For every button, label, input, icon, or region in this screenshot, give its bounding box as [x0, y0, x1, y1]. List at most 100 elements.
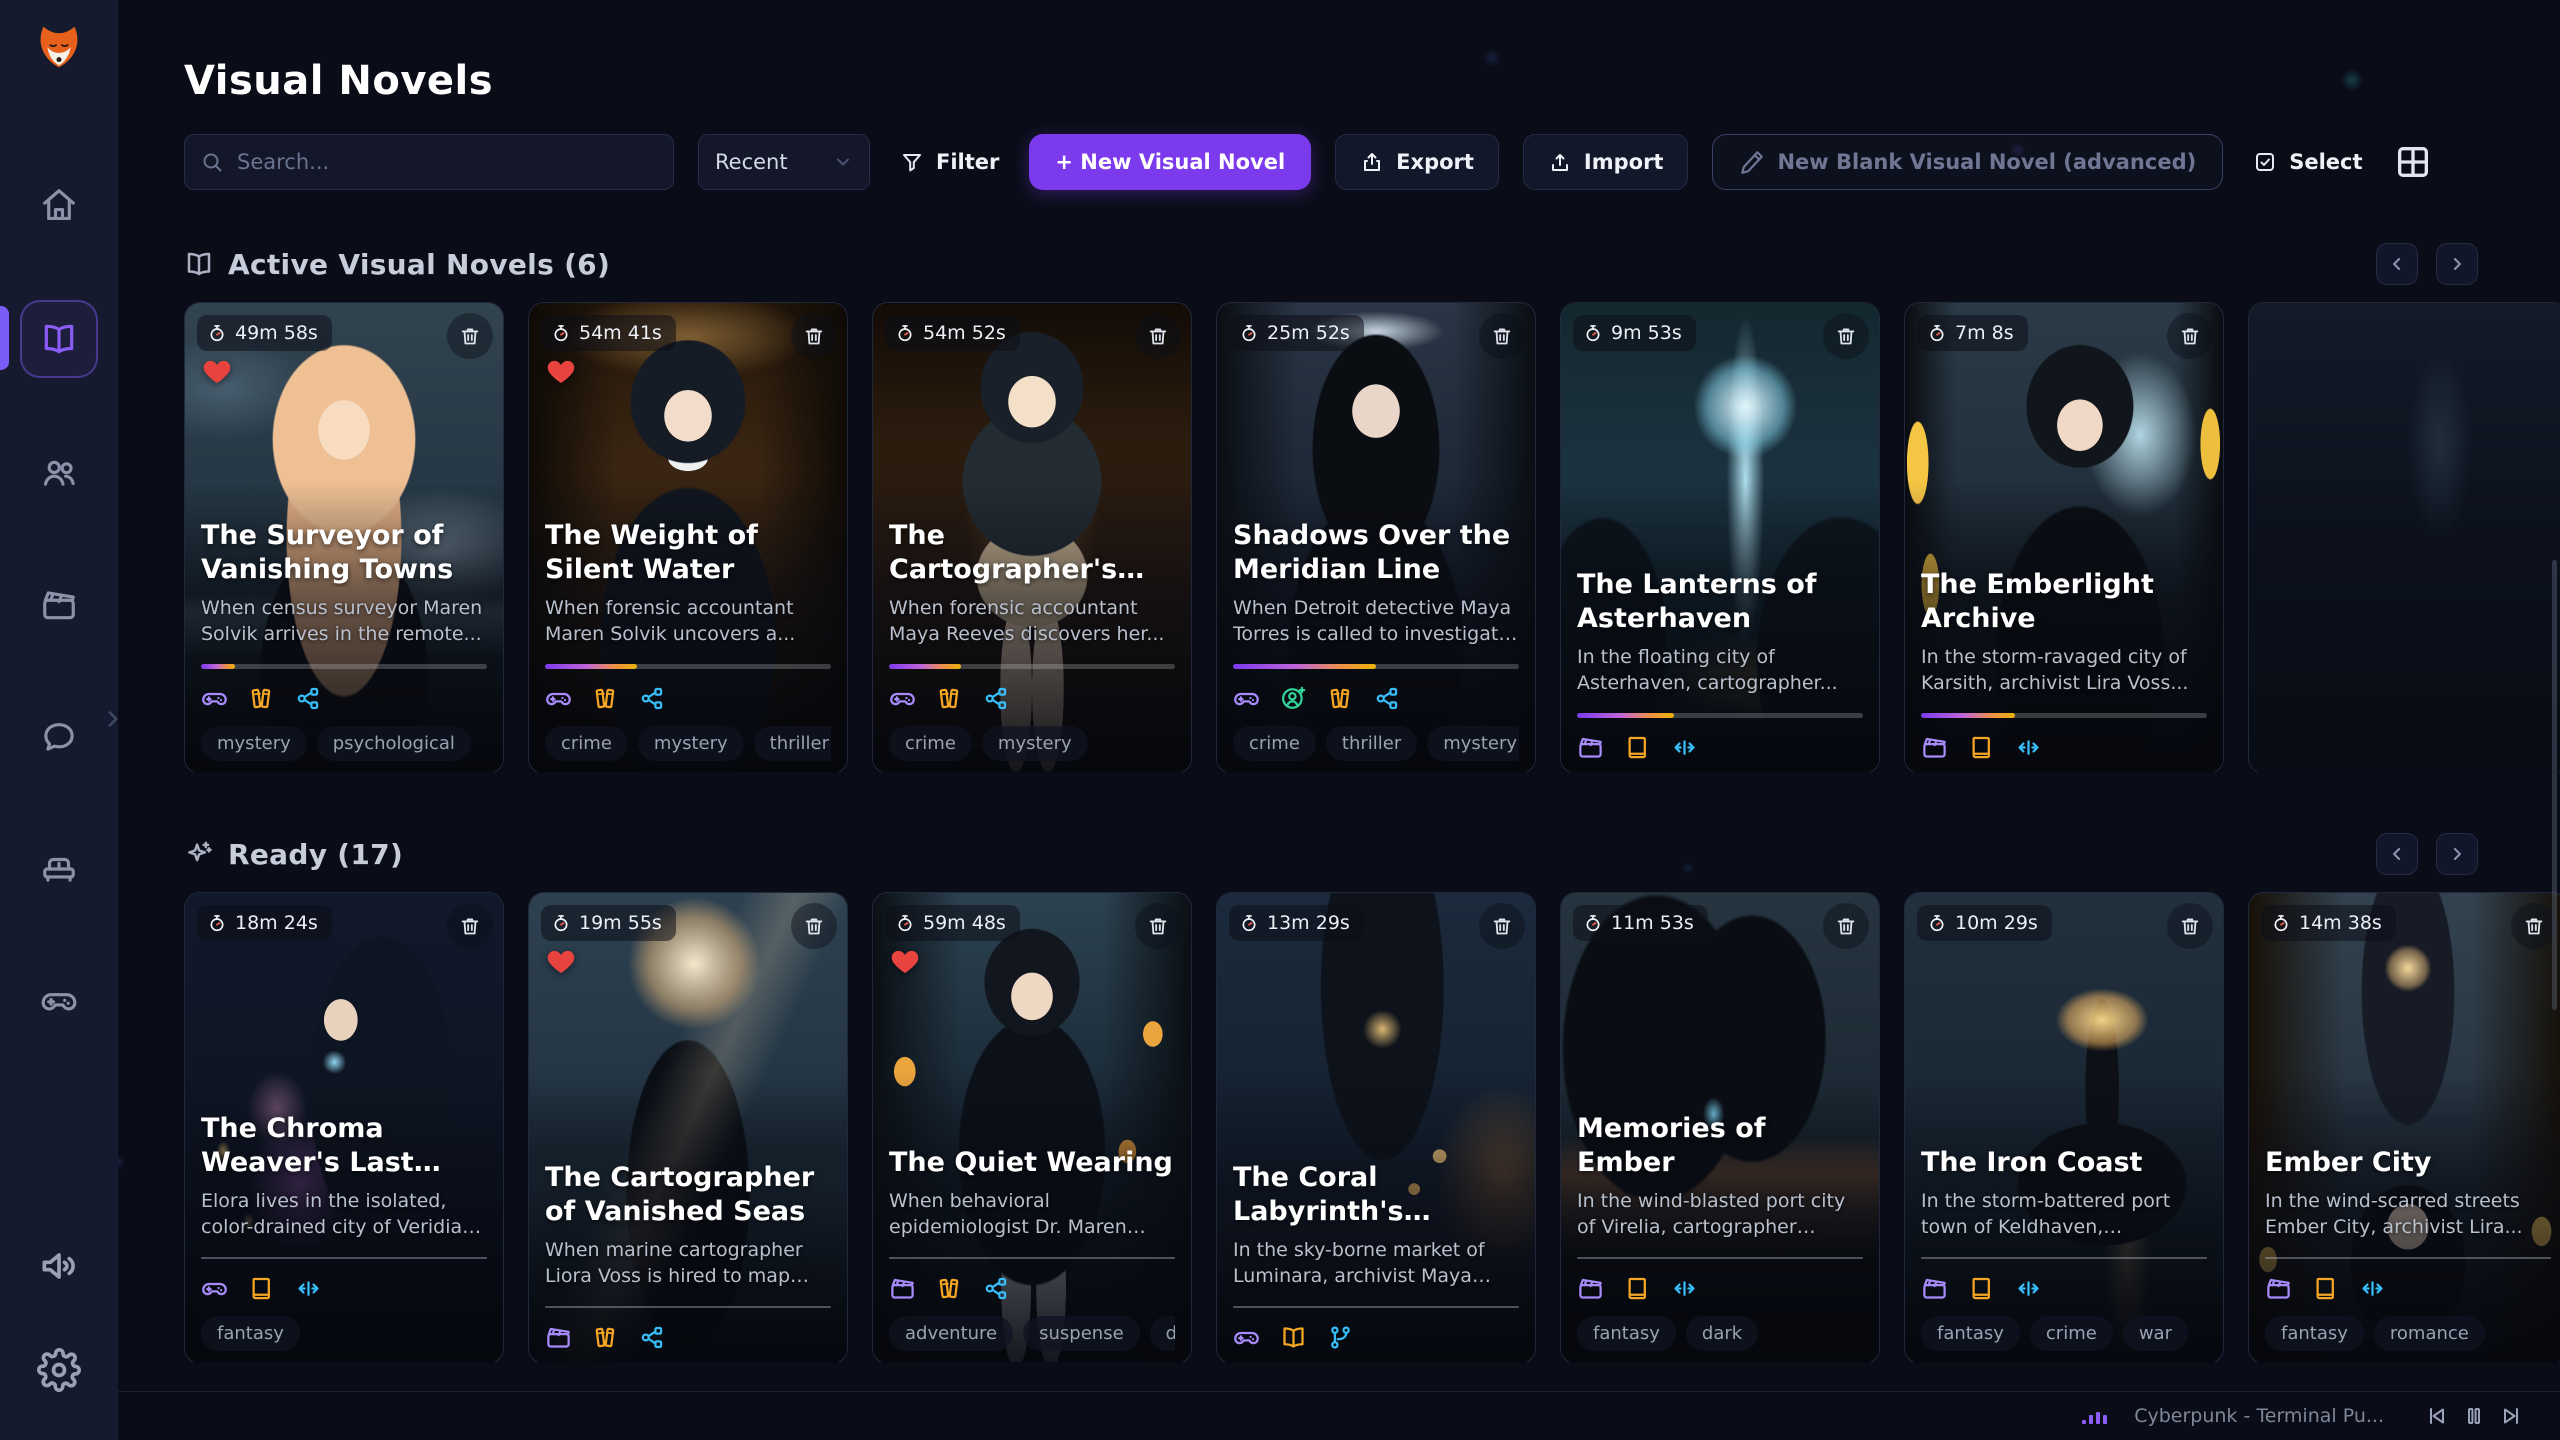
sidebar-item-users[interactable] — [22, 436, 96, 510]
share-icon — [295, 685, 322, 712]
chat-icon — [40, 718, 78, 756]
search-input[interactable] — [184, 134, 674, 190]
prev-track-button[interactable] — [2424, 1404, 2448, 1428]
card-title: The Emberlight Archive — [1921, 568, 2207, 636]
tag-pill[interactable]: crime — [1233, 726, 1316, 761]
delete-button[interactable] — [2167, 313, 2213, 359]
tag-pill[interactable]: thriller — [754, 726, 831, 761]
card-description: In the wind-blasted port city of Virelia… — [1577, 1188, 1863, 1241]
scrollbar[interactable] — [2552, 560, 2557, 1010]
clapperboard-icon — [2265, 1275, 2292, 1302]
trash-icon — [459, 325, 481, 347]
export-label: Export — [1396, 150, 1474, 174]
delete-button[interactable] — [1135, 903, 1181, 949]
novel-card[interactable]: 14m 38sEmber CityIn the wind-scarred str… — [2248, 892, 2560, 1362]
next-track-button[interactable] — [2500, 1404, 2524, 1428]
sidebar-item-sofa[interactable] — [22, 832, 96, 906]
tag-pill[interactable]: mystery — [638, 726, 744, 761]
pager-left-button[interactable] — [2376, 243, 2418, 285]
favorite-heart-icon[interactable] — [545, 945, 577, 977]
delete-button[interactable] — [2167, 903, 2213, 949]
pager-left-button[interactable] — [2376, 833, 2418, 875]
delete-button[interactable] — [1823, 313, 1869, 359]
card-title: The Lanterns of Asterhaven — [1577, 568, 1863, 636]
tag-pill[interactable]: fantasy — [1577, 1316, 1676, 1351]
novel-card[interactable]: 9m 53sThe Lanterns of AsterhavenIn the f… — [1560, 302, 1880, 772]
select-button[interactable]: Select — [2247, 134, 2368, 190]
novel-card[interactable]: 18m 24sThe Chroma Weaver's Last LightElo… — [184, 892, 504, 1362]
tag-pill[interactable]: fantasy — [201, 1316, 300, 1351]
novel-card[interactable]: 54m 52sThe Cartographer's DaughterWhen f… — [872, 302, 1192, 772]
delete-button[interactable] — [2511, 903, 2557, 949]
novel-card-partial[interactable] — [2248, 302, 2560, 772]
novel-card[interactable]: 13m 29sThe Coral Labyrinth's WhisperIn t… — [1216, 892, 1536, 1362]
tag-pill[interactable]: crime — [2030, 1316, 2113, 1351]
tag-pill[interactable]: mystery — [201, 726, 307, 761]
delete-button[interactable] — [1135, 313, 1181, 359]
chevron-left-icon — [2387, 254, 2407, 274]
tag-pill[interactable]: romance — [2374, 1316, 2485, 1351]
import-button[interactable]: Import — [1523, 134, 1689, 190]
sidebar-item-book-open[interactable] — [20, 300, 98, 378]
tag-pill[interactable]: adventure — [889, 1316, 1013, 1351]
delete-button[interactable] — [447, 313, 493, 359]
favorite-heart-icon[interactable] — [201, 355, 233, 387]
card-title: The Surveyor of Vanishing Towns — [201, 519, 487, 587]
fox-logo[interactable] — [28, 18, 90, 80]
timer-badge: 18m 24s — [197, 905, 332, 941]
novel-card[interactable]: 7m 8sThe Emberlight ArchiveIn the storm-… — [1904, 302, 2224, 772]
tag-row: crime mystery thriller — [545, 726, 831, 761]
gamepad-icon — [1233, 685, 1260, 712]
delete-button[interactable] — [791, 313, 837, 359]
pager-right-button[interactable] — [2436, 833, 2478, 875]
tag-pill[interactable]: psychological — [317, 726, 471, 761]
clapperboard-icon — [545, 1324, 572, 1351]
sort-select[interactable]: Recent — [698, 134, 870, 190]
tag-pill[interactable]: fantasy — [2265, 1316, 2364, 1351]
tag-pill[interactable]: suspense — [1023, 1316, 1140, 1351]
tag-pill[interactable]: war — [2123, 1316, 2188, 1351]
delete-button[interactable] — [1823, 903, 1869, 949]
books-icon — [936, 1275, 963, 1302]
feature-icon-row — [1233, 1324, 1519, 1351]
delete-button[interactable] — [791, 903, 837, 949]
filter-button[interactable]: Filter — [894, 134, 1005, 190]
sidebar-item-settings[interactable] — [37, 1348, 81, 1392]
favorite-heart-icon[interactable] — [545, 355, 577, 387]
novel-card[interactable]: 49m 58sThe Surveyor of Vanishing TownsWh… — [184, 302, 504, 772]
sidebar-item-gamepad[interactable] — [22, 964, 96, 1038]
tag-pill[interactable]: thriller — [1326, 726, 1417, 761]
sidebar-item-clapperboard[interactable] — [22, 568, 96, 642]
novel-card[interactable]: 54m 41sThe Weight of Silent WaterWhen fo… — [528, 302, 848, 772]
novel-card[interactable]: 11m 53sMemories of EmberIn the wind-blas… — [1560, 892, 1880, 1362]
delete-button[interactable] — [1479, 903, 1525, 949]
card-info: The Cartographer of Vanished SeasWhen ma… — [545, 1161, 831, 1351]
tag-pill[interactable]: mystery — [1427, 726, 1519, 761]
sidebar-item-speaker[interactable] — [37, 1244, 81, 1288]
tag-pill[interactable]: dark — [1150, 1316, 1175, 1351]
arrows-h-icon — [2015, 1275, 2042, 1302]
tag-pill[interactable]: mystery — [982, 726, 1088, 761]
tag-pill[interactable]: dark — [1686, 1316, 1758, 1351]
timer-badge: 10m 29s — [1917, 905, 2052, 941]
pager-right-button[interactable] — [2436, 243, 2478, 285]
delete-button[interactable] — [447, 903, 493, 949]
sidebar-item-home[interactable] — [22, 168, 96, 242]
sidebar-item-chat[interactable] — [22, 700, 96, 774]
delete-button[interactable] — [1479, 313, 1525, 359]
new-blank-button[interactable]: New Blank Visual Novel (advanced) — [1712, 134, 2223, 190]
tag-pill[interactable]: crime — [545, 726, 628, 761]
tag-pill[interactable]: fantasy — [1921, 1316, 2020, 1351]
pause-track-button[interactable] — [2462, 1404, 2486, 1428]
tag-pill[interactable]: crime — [889, 726, 972, 761]
novel-card[interactable]: 25m 52sShadows Over the Meridian LineWhe… — [1216, 302, 1536, 772]
sidebar-expand-chevron-icon[interactable] — [100, 706, 126, 732]
novel-card[interactable]: 59m 48sThe Quiet WearingWhen behavioral … — [872, 892, 1192, 1362]
export-button[interactable]: Export — [1335, 134, 1499, 190]
grid-view-button[interactable] — [2393, 142, 2433, 182]
timer-badge: 11m 53s — [1573, 905, 1708, 941]
novel-card[interactable]: 10m 29sThe Iron CoastIn the storm-batter… — [1904, 892, 2224, 1362]
novel-card[interactable]: 19m 55sThe Cartographer of Vanished Seas… — [528, 892, 848, 1362]
favorite-heart-icon[interactable] — [889, 945, 921, 977]
new-visual-novel-button[interactable]: + New Visual Novel — [1029, 134, 1311, 190]
